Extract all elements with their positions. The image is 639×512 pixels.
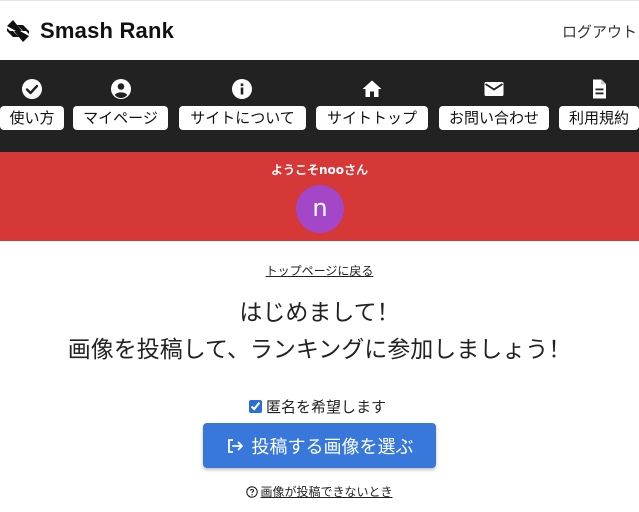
main-nav: 使い方 マイページ サイトについて サイトトップ お問い合わせ 利用規約 — [0, 60, 639, 152]
nav-label-how-to-use: 使い方 — [0, 106, 64, 130]
site-header: Smash Rank ログアウト — [0, 0, 639, 60]
avatar[interactable]: n — [296, 185, 344, 233]
help-circle-icon — [246, 486, 259, 498]
upload-help[interactable]: 画像が投稿できないとき — [0, 483, 639, 500]
document-icon — [593, 79, 606, 99]
select-image-button-label: 投稿する画像を選ぶ — [251, 436, 414, 458]
nav-item-contact[interactable]: お問い合わせ — [439, 60, 549, 152]
mail-icon — [484, 82, 504, 96]
account-circle-icon — [111, 79, 131, 99]
check-circle-icon — [22, 79, 42, 99]
welcome-text: ようこそnooさん — [270, 163, 369, 177]
page-subtitle: 画像を投稿して、ランキングに参加しましょう！ — [67, 337, 572, 363]
upload-help-link[interactable]: 画像が投稿できないとき — [260, 485, 392, 499]
select-image-button[interactable]: 投稿する画像を選ぶ — [203, 423, 436, 468]
anonymous-label: 匿名を希望します — [266, 397, 387, 416]
nav-label-about: サイトについて — [179, 106, 306, 130]
welcome-banner: ようこそnooさん n — [0, 152, 639, 241]
smash-rank-logo-icon — [7, 20, 29, 42]
nav-item-terms[interactable]: 利用規約 — [559, 60, 639, 152]
nav-label-site-top: サイトトップ — [316, 106, 428, 130]
anonymous-checkbox[interactable] — [249, 399, 262, 413]
nav-item-how-to-use[interactable]: 使い方 — [0, 60, 64, 152]
nav-label-mypage: マイページ — [73, 106, 168, 130]
info-icon — [232, 79, 252, 99]
nav-item-site-top[interactable]: サイトトップ — [316, 60, 428, 152]
logo-text: Smash Rank — [40, 18, 175, 43]
site-logo[interactable]: Smash Rank — [4, 15, 174, 47]
nav-label-terms: 利用規約 — [559, 106, 639, 130]
anonymous-option[interactable]: 匿名を希望します — [249, 396, 386, 416]
nav-item-mypage[interactable]: マイページ — [73, 60, 168, 152]
nav-label-contact: お問い合わせ — [439, 106, 549, 130]
login-arrow-icon — [227, 438, 243, 453]
page-title: はじめまして！ — [239, 300, 400, 326]
home-icon — [362, 80, 382, 97]
back-to-top-link[interactable]: トップページに戻る — [0, 262, 639, 279]
nav-item-about[interactable]: サイトについて — [179, 60, 306, 152]
logout-link[interactable]: ログアウト — [562, 21, 637, 42]
